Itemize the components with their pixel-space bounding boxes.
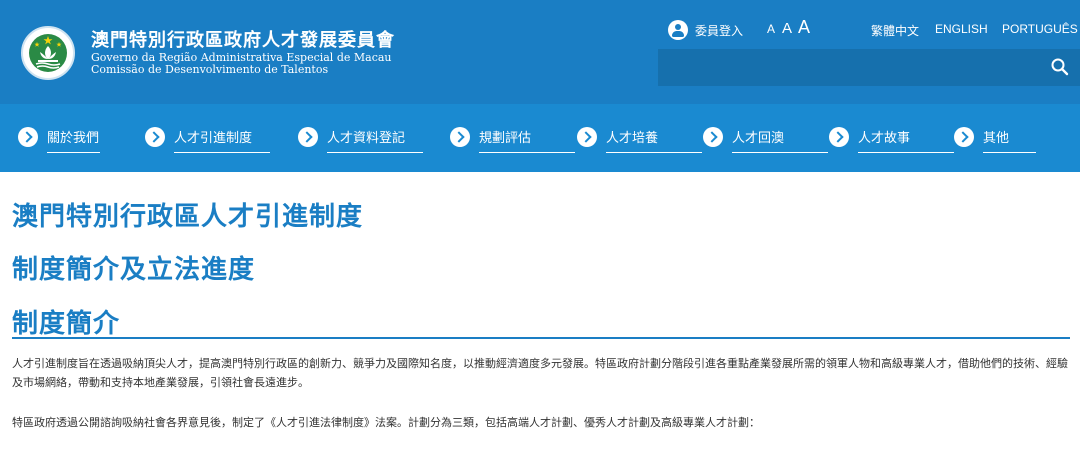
- font-size-medium-button[interactable]: A: [782, 20, 792, 37]
- lang-english-link[interactable]: ENGLISH: [935, 22, 988, 36]
- arrow-right-circle-icon: [298, 127, 318, 147]
- nav-item-planning-assessment[interactable]: 規劃評估: [450, 122, 575, 153]
- arrow-right-circle-icon: [954, 127, 974, 147]
- site-title[interactable]: 澳門特別行政區政府人才發展委員會: [91, 26, 395, 52]
- nav-item-talent-registration[interactable]: 人才資料登記: [298, 122, 423, 153]
- page-title: 澳門特別行政區人才引進制度: [12, 202, 364, 232]
- nav-item-about-us[interactable]: 關於我們: [18, 122, 100, 153]
- intro-paragraph: 人才引進制度旨在透過吸納頂尖人才，提高澳門特別行政區的創新力、競爭力及國際知名度…: [12, 357, 1068, 389]
- nav-item-talent-stories[interactable]: 人才故事: [829, 122, 954, 153]
- member-login-label: 委員登入: [695, 23, 744, 38]
- font-size-small-button[interactable]: A: [767, 22, 775, 36]
- page-subtitle: 制度簡介及立法進度: [12, 255, 256, 285]
- arrow-right-circle-icon: [703, 127, 723, 147]
- member-login-link[interactable]: 委員登入: [668, 19, 743, 41]
- section-title: 制度簡介: [12, 309, 121, 339]
- arrow-right-circle-icon: [145, 127, 165, 147]
- section-divider: [12, 337, 1070, 339]
- nav-label: 人才資料登記: [327, 127, 423, 153]
- search-icon[interactable]: [1050, 57, 1070, 77]
- site-header: 澳門特別行政區政府人才發展委員會 Governo da Região Admin…: [0, 0, 1080, 104]
- user-icon: [668, 20, 688, 40]
- nav-label: 人才故事: [858, 127, 954, 153]
- main-navigation: 關於我們 人才引進制度 人才資料登記 規劃評估 人才培養 人才回澳 人才故事 其…: [0, 104, 1080, 172]
- lang-traditional-chinese-link[interactable]: 繁體中文: [871, 22, 919, 39]
- arrow-right-circle-icon: [829, 127, 849, 147]
- nav-label: 人才引進制度: [174, 127, 270, 153]
- arrow-right-circle-icon: [450, 127, 470, 147]
- site-subtitle-pt-line2: Comissão de Desenvolvimento de Talentos: [91, 63, 329, 76]
- nav-label: 其他: [983, 127, 1036, 153]
- lotus-emblem-icon: [25, 30, 71, 76]
- font-size-large-button[interactable]: A: [798, 17, 810, 38]
- nav-item-talent-return[interactable]: 人才回澳: [703, 122, 828, 153]
- nav-item-talent-cultivation[interactable]: 人才培養: [577, 122, 702, 153]
- macau-emblem-logo[interactable]: [21, 26, 75, 80]
- arrow-right-circle-icon: [577, 127, 597, 147]
- nav-item-talent-introduction[interactable]: 人才引進制度: [145, 122, 270, 153]
- search-input[interactable]: [666, 55, 1036, 80]
- nav-label: 人才培養: [606, 127, 702, 153]
- nav-label: 規劃評估: [479, 127, 575, 153]
- nav-label: 人才回澳: [732, 127, 828, 153]
- nav-label: 關於我們: [47, 127, 100, 153]
- nav-item-others[interactable]: 其他: [954, 122, 1036, 153]
- lang-portuguese-link[interactable]: PORTUGUÊS: [1002, 22, 1078, 36]
- search-bar: [658, 49, 1080, 86]
- consultation-paragraph: 特區政府透過公開諮詢吸納社會各界意見後，制定了《人才引進法律制度》法案。計劃分為…: [12, 416, 760, 429]
- arrow-right-circle-icon: [18, 127, 38, 147]
